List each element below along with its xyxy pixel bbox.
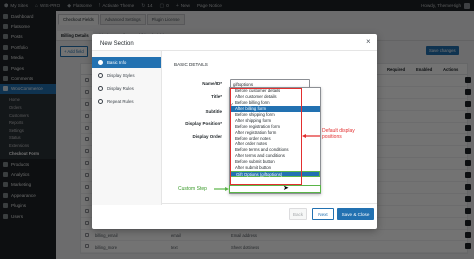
next-button[interactable]: Next <box>312 208 334 220</box>
step-label: Display Styles <box>107 73 135 78</box>
title-label: Title* <box>211 94 222 99</box>
annotation-line: Default display positions <box>322 128 355 140</box>
default-positions-highlight <box>230 88 302 185</box>
step-dot-icon <box>98 60 103 65</box>
step-label: Basic Info <box>107 60 127 65</box>
wizard-steps: Basic Info Display Styles Display Rules … <box>92 51 162 205</box>
back-button[interactable]: Back <box>289 208 307 220</box>
annotation-custom-step: Custom Step <box>178 186 207 192</box>
custom-step-highlight <box>229 185 321 193</box>
close-icon[interactable]: × <box>366 37 371 46</box>
name-label: Name/ID* <box>202 81 222 86</box>
position-label: Display Position* <box>185 121 222 126</box>
annotation-default-positions: Default display positions <box>322 128 355 140</box>
screen: ⬢My Sites ⌂WIS-PRO ◆Flatsome !Activate T… <box>0 0 474 259</box>
step-dot-icon <box>98 73 103 78</box>
modal-title: New Section <box>100 41 134 47</box>
save-close-button[interactable]: Save & Close <box>337 208 374 220</box>
step-basic-info[interactable]: Basic Info <box>92 57 161 68</box>
section-heading: BASIC DETAILS <box>174 62 208 67</box>
step-dot-icon <box>98 99 103 104</box>
step-label: Display Rules <box>107 86 134 91</box>
order-label: Display Order <box>192 134 222 139</box>
subtitle-label: Subtitle <box>205 109 223 114</box>
step-display-rules[interactable]: Display Rules <box>92 83 161 94</box>
cursor-icon: ➤ <box>283 185 289 192</box>
step-label: Repeat Rules <box>107 99 134 104</box>
step-dot-icon <box>98 86 103 91</box>
step-repeat-rules[interactable]: Repeat Rules <box>92 96 161 107</box>
step-display-styles[interactable]: Display Styles <box>92 70 161 81</box>
